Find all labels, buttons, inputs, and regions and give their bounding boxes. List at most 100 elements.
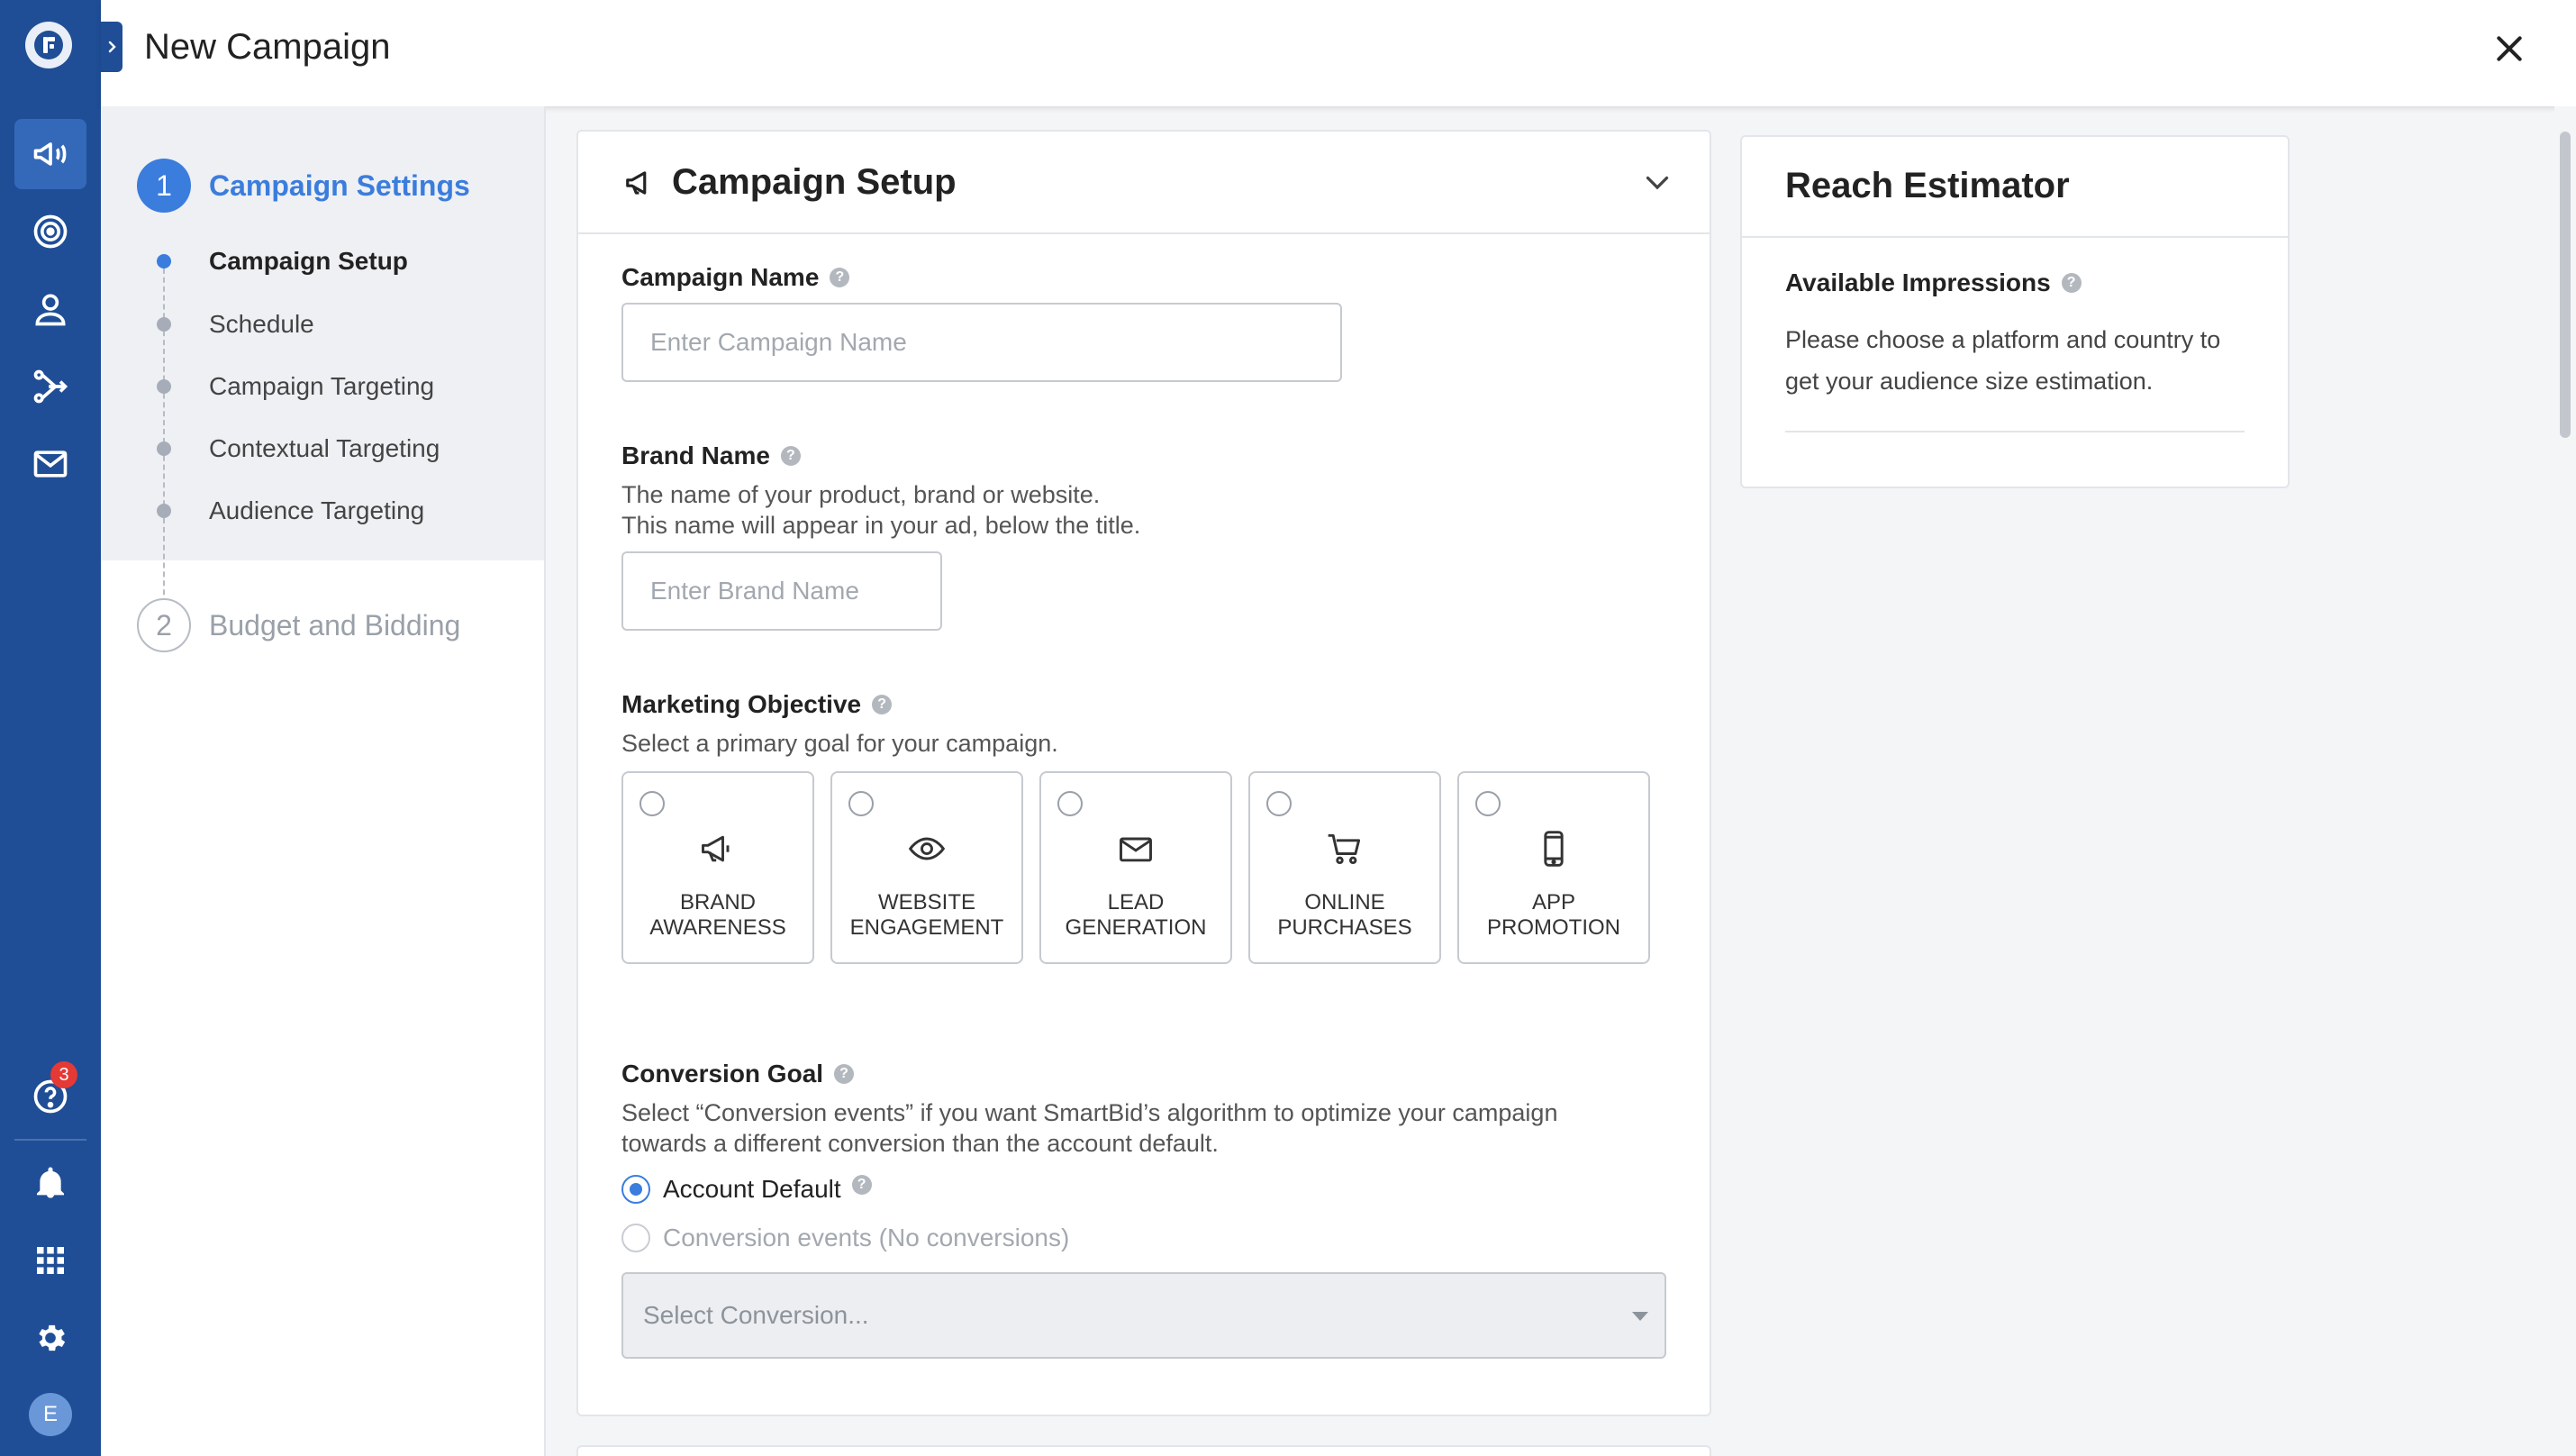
brand-name-description-line: This name will appear in your ad, below …	[621, 512, 1141, 539]
conversion-select-placeholder: Select Conversion...	[643, 1301, 869, 1329]
phone-icon	[1459, 829, 1648, 869]
substep-dot	[157, 379, 171, 394]
help-icon[interactable]: ?	[851, 1175, 872, 1195]
help-icon[interactable]: ?	[834, 1064, 855, 1084]
objective-radio[interactable]	[848, 791, 874, 816]
substep-audience-targeting[interactable]: Audience Targeting	[209, 493, 424, 529]
step-budget-and-bidding[interactable]: Budget and Bidding	[209, 609, 460, 642]
objective-brand-awareness[interactable]: BRAND AWARENESS	[621, 771, 814, 964]
conversion-goal-description: Select “Conversion events” if you want S…	[621, 1097, 1675, 1159]
steps-panel: 1 Campaign Settings Campaign Setup Sched…	[101, 106, 546, 1456]
brand-name-label: Brand Name ?	[621, 441, 801, 470]
substep-contextual-targeting[interactable]: Contextual Targeting	[209, 431, 440, 467]
marketing-objective-label-text: Marketing Objective	[621, 690, 862, 718]
radio-account-default[interactable]: Account Default ?	[621, 1175, 872, 1204]
envelope-icon	[1041, 829, 1230, 869]
radio-conversion-events[interactable]: Conversion events (No conversions)	[621, 1224, 1069, 1252]
help-icon[interactable]: ?	[2061, 273, 2082, 293]
expand-rail-chevron-icon[interactable]	[101, 22, 122, 72]
brand-name-description-line: The name of your product, brand or websi…	[621, 481, 1101, 508]
radio-label: Conversion events (No conversions)	[663, 1224, 1070, 1251]
radio-selected-dot	[630, 1183, 642, 1196]
help-icon[interactable]: ?	[872, 695, 893, 714]
close-icon[interactable]	[2491, 31, 2527, 67]
page-title: New Campaign	[144, 27, 391, 67]
objective-website-engagement[interactable]: WEBSITE ENGAGEMENT	[830, 771, 1023, 964]
settings-gear-icon[interactable]	[14, 1303, 86, 1373]
conversion-goal-label-text: Conversion Goal	[621, 1060, 824, 1087]
conversion-goal-label: Conversion Goal ?	[621, 1060, 855, 1088]
app-logo-icon[interactable]	[25, 22, 72, 68]
campaign-setup-card: Campaign Setup Campaign Name ? Brand Nam…	[576, 130, 1711, 1416]
available-impressions-label: Available Impressions ?	[1785, 268, 2082, 297]
radio-label: Account Default	[663, 1175, 841, 1203]
substep-dot	[157, 504, 171, 518]
next-section-card	[576, 1445, 1711, 1456]
marketing-objective-description: Select a primary goal for your campaign.	[621, 730, 1058, 757]
objective-radio[interactable]	[639, 791, 665, 816]
step-number-2: 2	[137, 598, 191, 652]
rail-divider	[14, 1139, 86, 1141]
apps-grid-icon[interactable]	[14, 1225, 86, 1296]
dropdown-arrow-icon	[1632, 1312, 1648, 1321]
card-header[interactable]: Campaign Setup	[578, 132, 1710, 234]
reach-estimator-header: Reach Estimator	[1742, 137, 2288, 238]
step-number-1: 1	[137, 159, 191, 213]
chevron-down-icon[interactable]	[1641, 166, 1673, 198]
objective-app-promotion[interactable]: APP PROMOTION	[1457, 771, 1650, 964]
brand-name-description: The name of your product, brand or websi…	[621, 479, 1675, 541]
objective-label: LEAD GENERATION	[1065, 890, 1207, 940]
substep-schedule[interactable]: Schedule	[209, 306, 314, 342]
marketing-objective-label: Marketing Objective ?	[621, 690, 893, 719]
targeting-target-icon[interactable]	[14, 196, 86, 267]
conversion-goal-description-line: Select “Conversion events” if you want S…	[621, 1099, 1558, 1126]
objective-radio[interactable]	[1057, 791, 1083, 816]
reach-divider	[1785, 431, 2245, 432]
radio-button[interactable]	[621, 1175, 650, 1204]
brand-name-label-text: Brand Name	[621, 441, 770, 469]
brand-name-input[interactable]	[621, 551, 942, 631]
page-header: New Campaign	[101, 0, 2576, 106]
substep-dot	[157, 254, 171, 268]
objective-radio[interactable]	[1475, 791, 1501, 816]
audiences-user-icon[interactable]	[14, 274, 86, 344]
campaign-name-label-text: Campaign Name	[621, 263, 820, 291]
objective-label: ONLINE PURCHASES	[1277, 890, 1412, 940]
available-impressions-label-text: Available Impressions	[1785, 268, 2051, 296]
reach-estimator-card: Reach Estimator Available Impressions ? …	[1740, 135, 2290, 488]
card-title: Campaign Setup	[672, 162, 957, 202]
objective-lead-generation[interactable]: LEAD GENERATION	[1039, 771, 1232, 964]
substep-campaign-targeting[interactable]: Campaign Targeting	[209, 369, 434, 405]
substep-campaign-setup[interactable]: Campaign Setup	[209, 243, 408, 279]
megaphone-icon	[623, 829, 812, 869]
radio-button[interactable]	[621, 1224, 650, 1252]
objective-radio[interactable]	[1266, 791, 1292, 816]
conversions-funnel-icon[interactable]	[14, 351, 86, 422]
help-notification-badge: 3	[50, 1061, 77, 1088]
objective-online-purchases[interactable]: ONLINE PURCHASES	[1248, 771, 1441, 964]
campaign-name-label: Campaign Name ?	[621, 263, 850, 292]
objective-label: BRAND AWARENESS	[649, 890, 786, 940]
megaphone-icon	[623, 166, 658, 200]
substeps-connector	[163, 259, 165, 613]
objective-options: BRAND AWARENESS WEBSITE ENGAGEMENT LEAD …	[621, 771, 1650, 964]
notifications-bell-icon[interactable]	[14, 1148, 86, 1218]
eye-icon	[832, 829, 1021, 869]
conversion-select[interactable]: Select Conversion...	[621, 1272, 1666, 1359]
reach-estimator-title: Reach Estimator	[1785, 166, 2070, 205]
substep-dot	[157, 317, 171, 332]
help-icon[interactable]: ?	[780, 446, 801, 466]
page-scrollbar-thumb[interactable]	[2560, 132, 2571, 438]
messages-mail-icon[interactable]	[14, 429, 86, 499]
user-avatar[interactable]: E	[29, 1393, 72, 1436]
left-rail: 3 E	[0, 0, 101, 1456]
substep-dot	[157, 441, 171, 456]
conversion-goal-description-line: towards a different conversion than the …	[621, 1130, 1219, 1157]
help-icon[interactable]: ?	[830, 268, 850, 287]
reach-estimator-message: Please choose a platform and country to …	[1785, 326, 2221, 395]
step-campaign-settings[interactable]: Campaign Settings	[209, 169, 470, 203]
campaigns-megaphone-icon[interactable]	[14, 119, 86, 189]
campaign-name-input[interactable]	[621, 303, 1342, 382]
objective-label: WEBSITE ENGAGEMENT	[849, 890, 1004, 940]
cart-icon	[1250, 829, 1439, 869]
